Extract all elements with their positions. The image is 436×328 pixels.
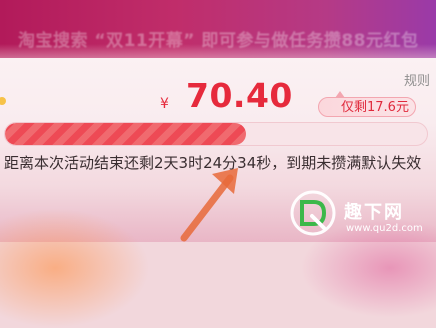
- progress-bar: [4, 122, 428, 146]
- remaining-amount-badge: 仅剩17.6元: [318, 91, 416, 117]
- watermark-brand: 趣下网: [344, 202, 404, 223]
- progress-bar-fill: [5, 123, 246, 145]
- watermark-logo-icon: [290, 190, 336, 236]
- watermark-url: www.qu2d.com: [346, 223, 423, 234]
- promo-banner-text: 淘宝搜索 “双11开幕” 即可参与做任务攒88元红包: [18, 31, 419, 51]
- arrow-up-right-icon: [180, 168, 238, 242]
- site-watermark: 趣下网 www.qu2d.com: [290, 190, 423, 240]
- rules-link[interactable]: 规则: [404, 70, 430, 89]
- currency-symbol: ¥: [160, 96, 169, 112]
- price-amount: 70.40: [186, 76, 293, 115]
- remaining-amount-text: 仅剩17.6元: [341, 100, 409, 115]
